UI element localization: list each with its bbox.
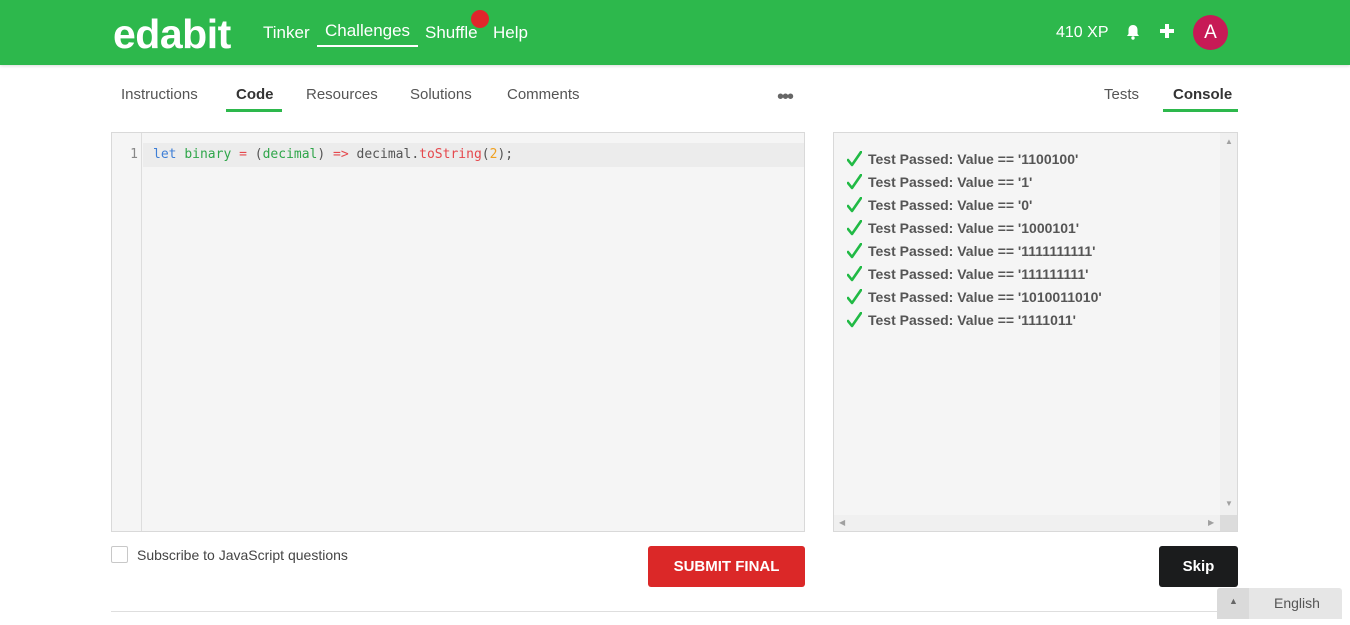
more-options-icon[interactable]: ••• — [777, 87, 794, 107]
code-token: . — [411, 147, 420, 162]
test-result-text: Test Passed: Value == '1000101' — [868, 220, 1080, 236]
test-result-row: Test Passed: Value == '111111111' — [847, 264, 1089, 284]
code-token: => — [333, 147, 349, 162]
scrollbar-corner — [1220, 515, 1237, 531]
test-result-row: Test Passed: Value == '1111111111' — [847, 241, 1096, 261]
tab-code[interactable]: Code — [236, 86, 274, 104]
edabit-logo[interactable]: edabit — [113, 12, 231, 56]
checkmark-icon — [847, 197, 862, 213]
horizontal-scrollbar[interactable]: ◀ ▶ — [834, 515, 1220, 531]
test-result-text: Test Passed: Value == '1' — [868, 174, 1033, 190]
tab-solutions[interactable]: Solutions — [410, 86, 472, 104]
checkmark-icon — [847, 289, 862, 305]
test-result-row: Test Passed: Value == '1000101' — [847, 218, 1079, 238]
test-result-text: Test Passed: Value == '1100100' — [868, 151, 1079, 167]
submit-final-button[interactable]: SUBMIT FINAL — [648, 546, 805, 587]
tab-resources[interactable]: Resources — [306, 86, 378, 104]
code-token: decimal — [262, 147, 318, 162]
checkmark-icon — [847, 312, 862, 328]
top-navbar: edabit Tinker Challenges Shuffle Help 41… — [0, 0, 1350, 65]
footer-divider — [111, 611, 1238, 612]
subscribe-label[interactable]: Subscribe to JavaScript questions — [137, 547, 348, 563]
checkmark-icon — [847, 174, 862, 190]
code-editor[interactable]: 1 let binary = (decimal) => decimal.toSt… — [111, 132, 805, 532]
vertical-scrollbar[interactable]: ▲ ▼ — [1220, 133, 1237, 516]
checkmark-icon — [847, 220, 862, 236]
code-token: binary — [184, 147, 232, 162]
skip-button[interactable]: Skip — [1159, 546, 1238, 587]
scroll-up-arrow-icon[interactable]: ▲ — [1225, 137, 1233, 146]
chevron-up-icon: ▲ — [1229, 596, 1238, 606]
checkmark-icon — [847, 243, 862, 259]
code-token: decimal — [356, 147, 412, 162]
xp-counter: 410 XP — [1056, 24, 1109, 41]
tab-tests[interactable]: Tests — [1104, 86, 1139, 104]
tab-console-underline — [1163, 109, 1238, 112]
scroll-right-arrow-icon[interactable]: ▶ — [1208, 518, 1214, 527]
scroll-down-arrow-icon[interactable]: ▼ — [1225, 499, 1233, 508]
test-result-row: Test Passed: Value == '1111011' — [847, 310, 1076, 330]
test-result-row: Test Passed: Value == '1' — [847, 172, 1032, 192]
nav-link-help[interactable]: Help — [493, 23, 528, 43]
nav-link-challenges[interactable]: Challenges — [317, 21, 419, 47]
tab-console[interactable]: Console — [1173, 86, 1232, 104]
plus-icon[interactable] — [1158, 22, 1176, 40]
language-toggle[interactable]: ▲ — [1217, 588, 1249, 619]
test-result-text: Test Passed: Value == '0' — [868, 197, 1033, 213]
notification-dot — [471, 10, 489, 28]
code-line[interactable]: let binary = (decimal) => decimal.toStri… — [153, 147, 513, 163]
language-label[interactable]: English — [1274, 595, 1320, 611]
console-panel[interactable]: Test Passed: Value == '1100100' Test Pass… — [833, 132, 1238, 532]
tab-comments[interactable]: Comments — [507, 86, 580, 104]
checkmark-icon — [847, 266, 862, 282]
code-token: ); — [497, 147, 514, 162]
bell-icon[interactable] — [1124, 23, 1142, 41]
code-token: let — [153, 147, 177, 162]
test-result-row: Test Passed: Value == '1100100' — [847, 149, 1078, 169]
test-result-text: Test Passed: Value == '1111111111' — [868, 243, 1096, 259]
code-token: ( — [254, 147, 263, 162]
editor-gutter: 1 — [112, 133, 142, 531]
line-number: 1 — [130, 147, 138, 162]
code-token: = — [239, 147, 247, 162]
test-result-row: Test Passed: Value == '0' — [847, 195, 1032, 215]
test-result-text: Test Passed: Value == '111111111' — [868, 266, 1089, 282]
tab-instructions[interactable]: Instructions — [121, 86, 198, 104]
code-token: toString — [419, 147, 482, 162]
scroll-left-arrow-icon[interactable]: ◀ — [839, 518, 845, 527]
test-result-text: Test Passed: Value == '1111011' — [868, 312, 1077, 328]
code-token: ( — [481, 147, 490, 162]
nav-link-shuffle[interactable]: Shuffle — [425, 23, 478, 43]
test-result-row: Test Passed: Value == '1010011010' — [847, 287, 1102, 307]
subscribe-checkbox[interactable] — [111, 546, 128, 563]
user-avatar[interactable]: A — [1193, 15, 1228, 50]
test-result-text: Test Passed: Value == '1010011010' — [868, 289, 1102, 305]
tab-code-underline — [226, 109, 282, 112]
nav-link-tinker[interactable]: Tinker — [263, 23, 310, 43]
checkmark-icon — [847, 151, 862, 167]
